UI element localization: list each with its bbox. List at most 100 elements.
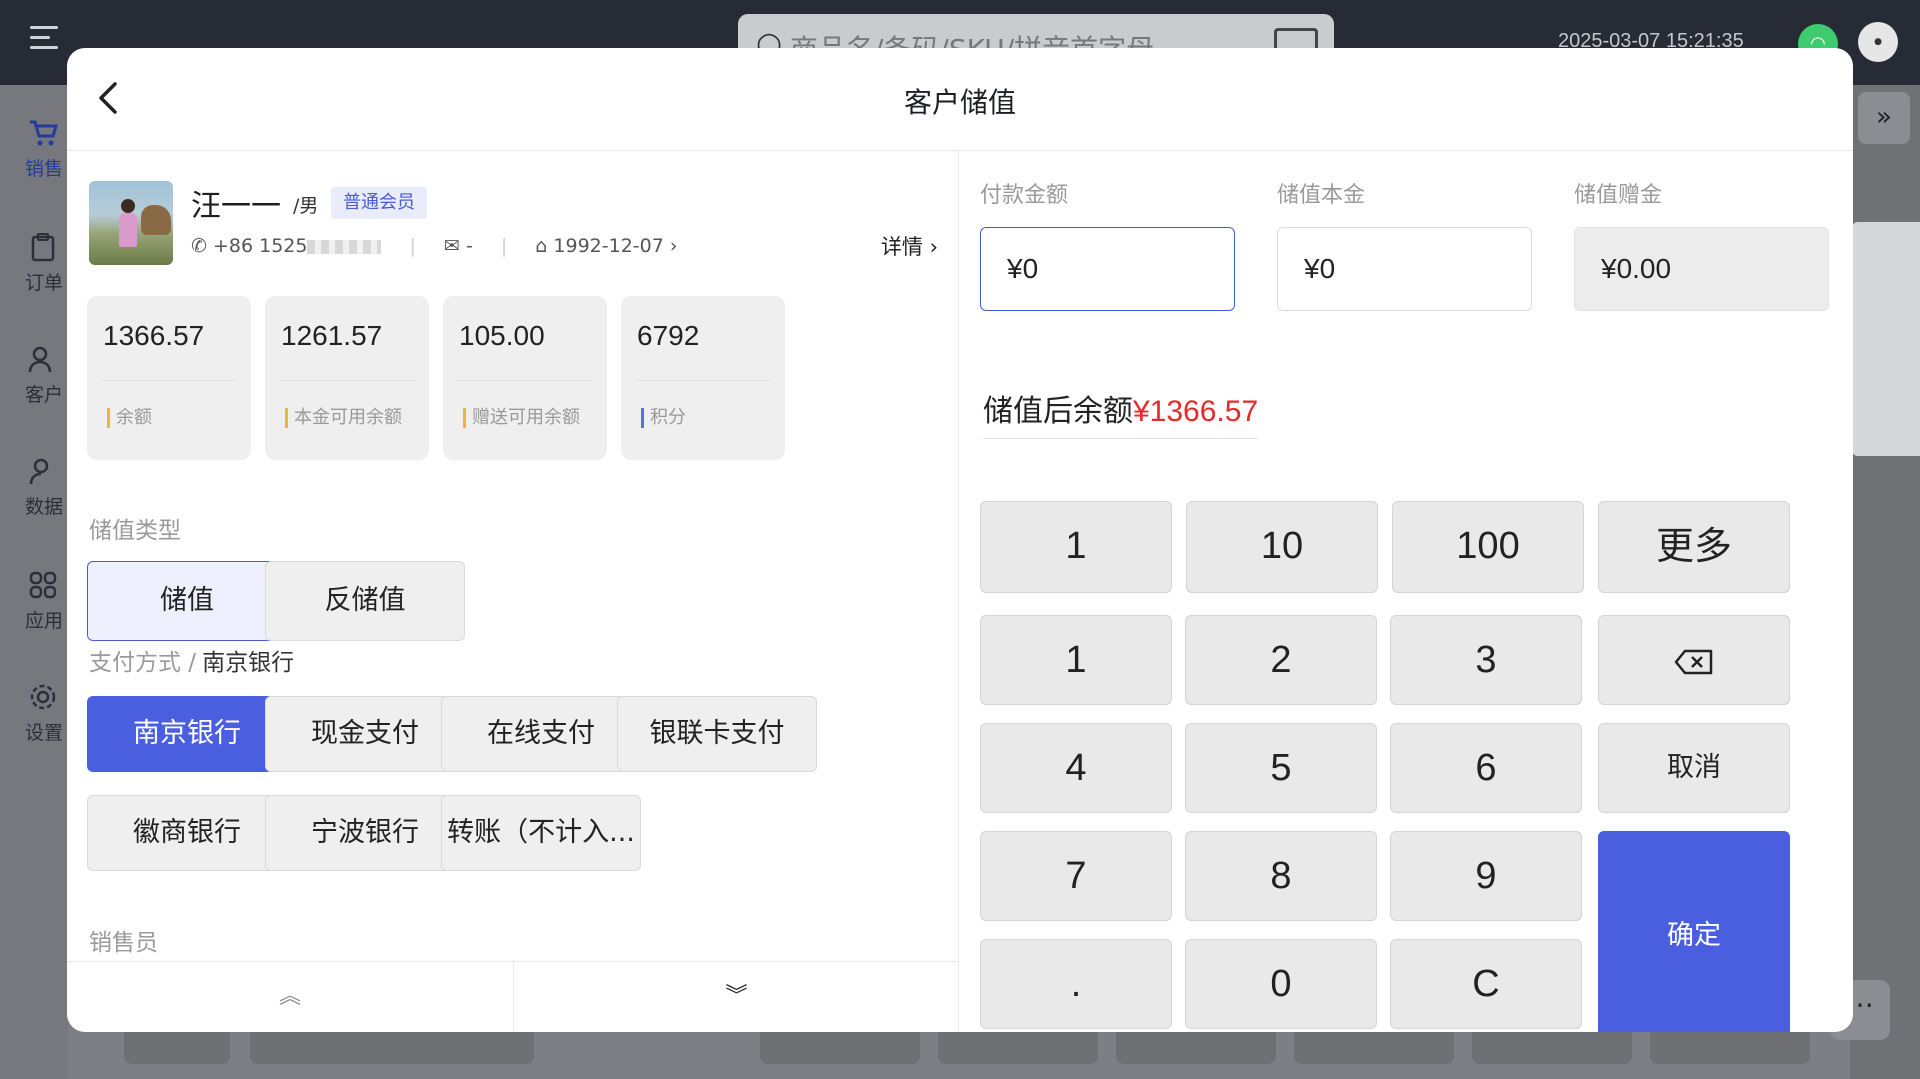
backspace-icon xyxy=(1674,649,1713,675)
gear-icon xyxy=(30,684,56,710)
quick-amount-10[interactable]: 10 xyxy=(1186,501,1378,593)
stat-value: 1261.57 xyxy=(281,320,383,351)
stat-value: 105.00 xyxy=(459,320,545,351)
promo-card-bg xyxy=(1852,222,1920,456)
double-chevron-down-icon: ︾ xyxy=(725,984,748,1009)
salesperson-label: 销售员 xyxy=(89,930,158,956)
phone-icon: ✆ xyxy=(191,235,207,257)
payment-option-online[interactable]: 在线支付 xyxy=(441,696,641,772)
recharge-type-option-recharge[interactable]: 储值 xyxy=(87,561,287,641)
stat-card-balance: 1366.57 余额 xyxy=(87,296,251,460)
payment-option-nanjing-bank[interactable]: 南京银行 xyxy=(87,696,287,772)
sidebar-item-label: 设置 xyxy=(24,722,63,744)
double-chevron-up-icon: ︽ xyxy=(278,984,301,1009)
key-decimal[interactable]: . xyxy=(980,939,1172,1029)
customer-email: - xyxy=(465,235,473,257)
clipboard-icon xyxy=(31,233,55,262)
sidebar-item-label: 客户 xyxy=(24,384,63,406)
customer-birthday: 1992-12-07 xyxy=(553,235,664,257)
confirm-button[interactable]: 确定 xyxy=(1598,831,1790,1032)
customer-phone: +86 1525 xyxy=(212,235,308,257)
cancel-button[interactable]: 取消 xyxy=(1598,723,1790,813)
payment-option-cash[interactable]: 现金支付 xyxy=(265,696,465,772)
key-4[interactable]: 4 xyxy=(980,723,1172,813)
stat-label: 余额 xyxy=(107,408,152,428)
menu-icon[interactable] xyxy=(30,26,58,50)
customer-name: 汪一一 xyxy=(191,189,281,224)
birthday-cake-icon: ⌂ xyxy=(535,235,548,257)
recharge-type-label: 储值类型 xyxy=(89,518,181,544)
key-8[interactable]: 8 xyxy=(1185,831,1377,921)
key-3[interactable]: 3 xyxy=(1390,615,1582,705)
stat-value: 6792 xyxy=(637,320,700,351)
modal-title: 客户储值 xyxy=(903,86,1016,119)
expand-panel-button[interactable]: » xyxy=(1858,92,1910,144)
payment-method-selected: 南京银行 xyxy=(202,650,295,676)
users-icon xyxy=(28,346,52,373)
customer-recharge-modal: 客户储值 汪一一 /男 普通会员 ✆ +86 1525 | ✉ - | ⌂ 19… xyxy=(67,48,1853,1032)
key-2[interactable]: 2 xyxy=(1185,615,1377,705)
mail-icon: ✉ xyxy=(443,235,460,257)
quick-amount-more[interactable]: 更多 xyxy=(1598,501,1790,593)
chevron-right-icon: › xyxy=(929,235,938,259)
balance-after-recharge: 储值后余额¥1366.57 xyxy=(983,386,1259,439)
user-data-icon xyxy=(29,458,49,485)
payment-option-ningbo-bank[interactable]: 宁波银行 xyxy=(265,795,465,871)
apps-grid-icon xyxy=(29,571,57,599)
sidebar-item-label: 订单 xyxy=(24,272,63,294)
sidebar-item-label: 数据 xyxy=(24,496,63,518)
key-6[interactable]: 6 xyxy=(1390,723,1582,813)
recharge-type-option-reverse[interactable]: 反储值 xyxy=(265,561,465,641)
store-avatar[interactable]: ● xyxy=(1858,22,1898,62)
customer-gender: /男 xyxy=(293,195,319,217)
pay-amount-label: 付款金额 xyxy=(980,183,1069,208)
bonus-amount-field: ¥0.00 xyxy=(1574,227,1829,311)
sidebar-item-sales[interactable]: 销售 xyxy=(14,118,74,181)
phone-masked xyxy=(307,239,382,254)
stat-label: 积分 xyxy=(641,408,686,428)
sidebar-item-apps[interactable]: 应用 xyxy=(14,570,74,633)
key-0[interactable]: 0 xyxy=(1185,939,1377,1029)
payment-option-unionpay[interactable]: 银联卡支付 xyxy=(617,696,817,772)
key-7[interactable]: 7 xyxy=(980,831,1172,921)
sidebar-item-orders[interactable]: 订单 xyxy=(14,232,74,295)
payment-option-huishang-bank[interactable]: 徽商银行 xyxy=(87,795,287,871)
customer-info-pane: 汪一一 /男 普通会员 ✆ +86 1525 | ✉ - | ⌂ 1992-12… xyxy=(67,151,959,1032)
sidebar-item-label: 销售 xyxy=(24,158,63,180)
scroll-up-button[interactable]: ︽ xyxy=(67,962,513,1032)
payment-method-label: 支付方式 / 南京银行 xyxy=(89,643,294,677)
stat-label: 赠送可用余额 xyxy=(463,408,580,428)
customer-avatar xyxy=(89,181,173,265)
quick-amount-100[interactable]: 100 xyxy=(1392,501,1584,593)
quick-amount-1[interactable]: 1 xyxy=(980,501,1172,593)
scroll-down-button[interactable]: ︾ xyxy=(513,962,959,1032)
stat-label: 本金可用余额 xyxy=(285,408,402,428)
payment-option-transfer[interactable]: 转账（不计入... xyxy=(441,795,641,871)
member-level-badge: 普通会员 xyxy=(331,187,427,219)
backspace-button[interactable] xyxy=(1598,615,1790,705)
sidebar-item-settings[interactable]: 设置 xyxy=(14,682,74,745)
principal-amount-field[interactable]: ¥0 xyxy=(1277,227,1532,311)
pay-amount-field[interactable]: ¥0 xyxy=(980,227,1235,311)
key-clear[interactable]: C xyxy=(1390,939,1582,1029)
bonus-amount-label: 储值赠金 xyxy=(1574,183,1663,208)
sidebar-item-data[interactable]: 数据 xyxy=(14,456,74,519)
stat-card-bonus: 105.00 赠送可用余额 xyxy=(443,296,607,460)
principal-amount-label: 储值本金 xyxy=(1277,183,1366,208)
customer-detail-link[interactable]: 详情 › xyxy=(881,231,938,261)
detail-link-label: 详情 xyxy=(880,235,923,259)
sidebar-item-customers[interactable]: 客户 xyxy=(14,344,74,407)
payment-method-title: 支付方式 / xyxy=(89,650,197,676)
scroll-pager: ︽ ︾ xyxy=(67,961,959,1032)
stat-card-principal: 1261.57 本金可用余额 xyxy=(265,296,429,460)
sidebar-item-label: 应用 xyxy=(24,610,63,632)
stat-value: 1366.57 xyxy=(103,320,205,351)
key-1[interactable]: 1 xyxy=(980,615,1172,705)
recharge-input-pane: 付款金额 储值本金 储值赠金 ¥0 ¥0 ¥0.00 储值后余额¥1366.57… xyxy=(959,151,1853,1032)
stat-card-points: 6792 积分 xyxy=(621,296,785,460)
key-5[interactable]: 5 xyxy=(1185,723,1377,813)
key-9[interactable]: 9 xyxy=(1390,831,1582,921)
cart-icon xyxy=(30,120,58,146)
chevron-right-icon: › xyxy=(669,235,678,257)
customer-contact-line: ✆ +86 1525 | ✉ - | ⌂ 1992-12-07 › xyxy=(191,235,678,257)
